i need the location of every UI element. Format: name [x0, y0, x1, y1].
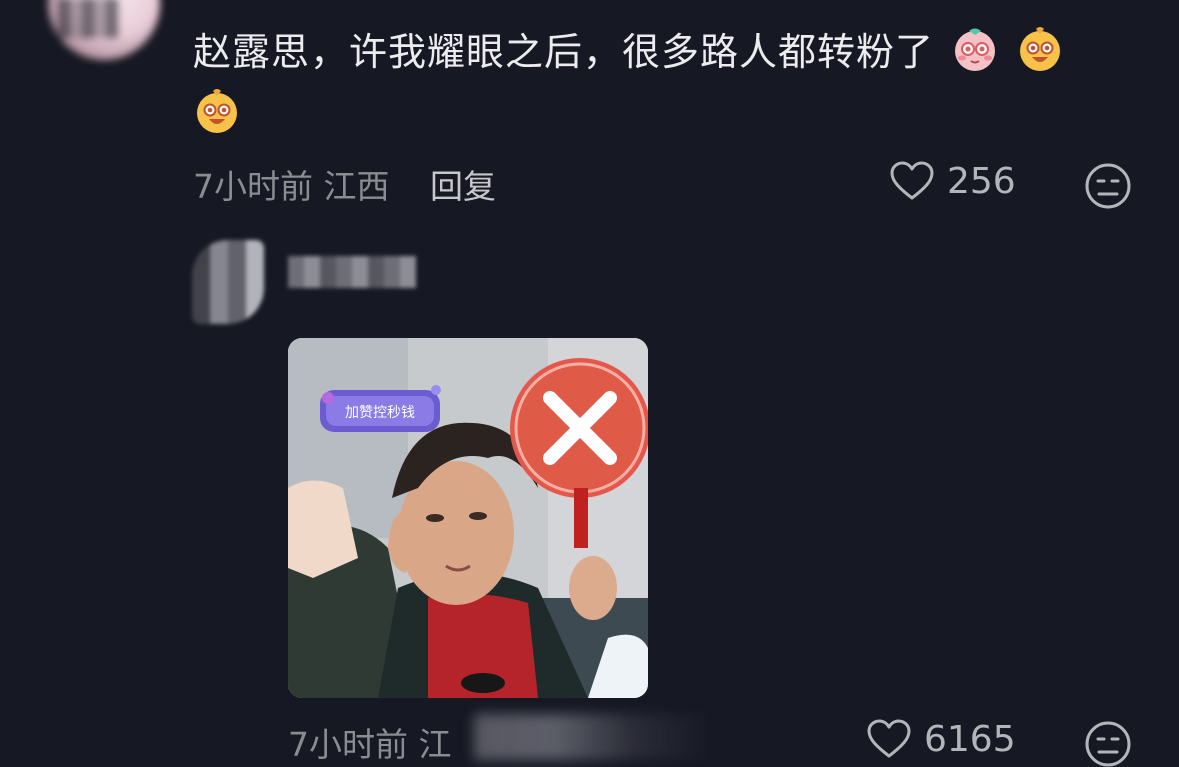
reply-time: 7小时前: [288, 725, 408, 764]
reply-avatar[interactable]: [192, 240, 264, 324]
comments-page: 赵露思，许我耀眼之后，很多路人都转粉了 7小时前 江西 回复 256 加赞控秒钱…: [0, 0, 1179, 767]
image-banner-text: 加赞控秒钱: [345, 405, 415, 421]
comment-time: 7小时前: [193, 167, 313, 206]
like-button[interactable]: 256: [889, 160, 1016, 202]
reply-location: 江: [418, 725, 452, 764]
commenter-avatar[interactable]: [48, 0, 160, 60]
reply-meta: 7小时前 江: [288, 718, 452, 766]
blurred-meta-text: [474, 714, 714, 760]
shy-emoji-icon: [955, 28, 996, 71]
dislike-face-icon[interactable]: [1084, 162, 1132, 210]
heart-icon: [867, 719, 911, 758]
reply-like-button[interactable]: 6165: [866, 718, 1016, 760]
like-count: 256: [947, 160, 1016, 202]
smile-emoji-icon: [197, 89, 237, 133]
comment-location: 江西: [323, 167, 390, 206]
reply-username[interactable]: [288, 256, 416, 288]
comment-meta: 7小时前 江西 回复: [193, 160, 496, 208]
reply-button[interactable]: 回复: [430, 167, 496, 206]
dislike-face-icon[interactable]: [1084, 720, 1132, 767]
heart-icon: [890, 161, 934, 200]
comment-text: 赵露思，许我耀眼之后，很多路人都转粉了: [193, 30, 935, 74]
reply-image[interactable]: 加赞控秒钱: [288, 338, 648, 698]
reply-like-count: 6165: [924, 718, 1016, 760]
comment-body: 赵露思，许我耀眼之后，很多路人都转粉了: [193, 24, 1123, 142]
smile-emoji-icon: [1020, 27, 1061, 71]
